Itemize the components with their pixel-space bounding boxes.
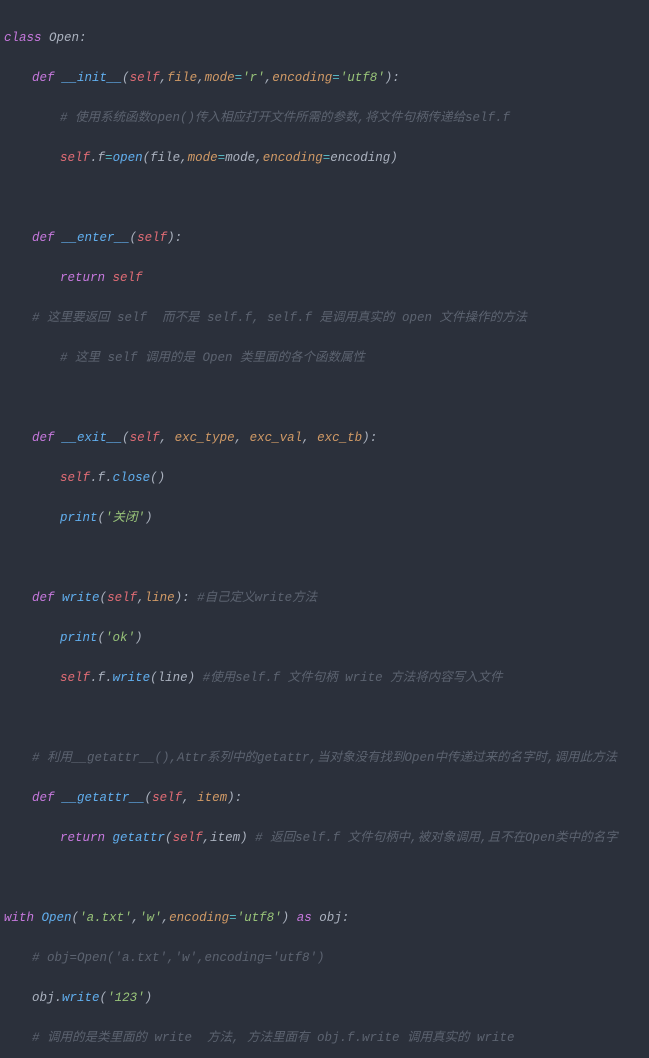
blank-line: [4, 388, 649, 408]
code-line: # 调用的是类里面的 write 方法, 方法里面有 obj.f.write 调…: [4, 1028, 649, 1048]
comment: # obj=Open('a.txt','w',encoding='utf8'): [32, 951, 325, 965]
code-line: def write(self,line): #自己定义write方法: [4, 588, 649, 608]
code-line: # 利用__getattr__(),Attr系列中的getattr,当对象没有找…: [4, 748, 649, 768]
blank-line: [4, 548, 649, 568]
class-name: Open: [49, 31, 79, 45]
code-line: # obj=Open('a.txt','w',encoding='utf8'): [4, 948, 649, 968]
code-line: self.f.close(): [4, 468, 649, 488]
comment: # 使用系统函数open()传入相应打开文件所需的参数,将文件句柄传递给self…: [60, 111, 510, 125]
comment: # 调用的是类里面的 write 方法, 方法里面有 obj.f.write 调…: [32, 1031, 515, 1045]
blank-line: [4, 708, 649, 728]
blank-line: [4, 868, 649, 888]
code-line: with Open('a.txt','w',encoding='utf8') a…: [4, 908, 649, 928]
code-line: self.f.write(line) #使用self.f 文件句柄 write …: [4, 668, 649, 688]
keyword-class: class: [4, 31, 42, 45]
code-line: obj.write('123'): [4, 988, 649, 1008]
code-line: print('ok'): [4, 628, 649, 648]
code-block: class Open: def __init__(self,file,mode=…: [0, 0, 649, 1058]
blank-line: [4, 188, 649, 208]
code-line: class Open:: [4, 28, 649, 48]
code-line: self.f=open(file,mode=mode,encoding=enco…: [4, 148, 649, 168]
def-name: __init__: [62, 71, 122, 85]
code-line: def __exit__(self, exc_type, exc_val, ex…: [4, 428, 649, 448]
code-line: def __enter__(self):: [4, 228, 649, 248]
code-line: # 这里要返回 self 而不是 self.f, self.f 是调用真实的 o…: [4, 308, 649, 328]
code-line: return self: [4, 268, 649, 288]
code-line: # 使用系统函数open()传入相应打开文件所需的参数,将文件句柄传递给self…: [4, 108, 649, 128]
comment: # 这里要返回 self 而不是 self.f, self.f 是调用真实的 o…: [32, 311, 527, 325]
code-line: print('关闭'): [4, 508, 649, 528]
code-line: def __init__(self,file,mode='r',encoding…: [4, 68, 649, 88]
comment: # 利用__getattr__(),Attr系列中的getattr,当对象没有找…: [32, 751, 617, 765]
code-line: # 这里 self 调用的是 Open 类里面的各个函数属性: [4, 348, 649, 368]
code-line: def __getattr__(self, item):: [4, 788, 649, 808]
code-line: return getattr(self,item) # 返回self.f 文件句…: [4, 828, 649, 848]
comment: # 这里 self 调用的是 Open 类里面的各个函数属性: [60, 351, 365, 365]
